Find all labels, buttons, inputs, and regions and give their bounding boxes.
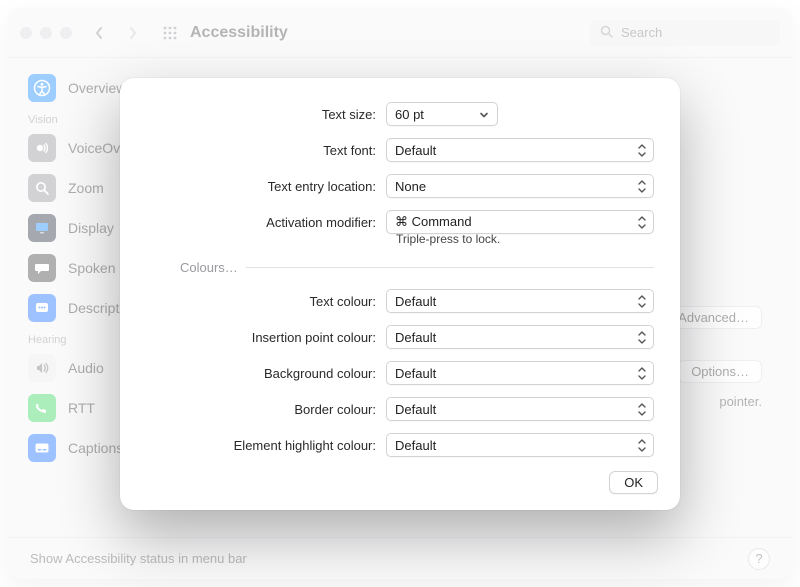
help-button[interactable]: ? [748,548,770,570]
menu-bar-status-label: Show Accessibility status in menu bar [30,551,247,566]
highlight-colour-label: Element highlight colour: [146,438,386,453]
colours-section: Colours… [180,260,654,275]
pointer-text: pointer. [719,394,762,409]
show-all-button[interactable] [156,22,184,44]
audio-icon [28,354,56,382]
entry-location-popup[interactable]: None [386,174,654,198]
minimize-window-icon[interactable] [40,27,52,39]
text-size-label: Text size: [146,107,386,122]
text-size-popup[interactable]: 60 pt [386,102,498,126]
divider [246,267,654,268]
window-title: Accessibility [190,24,288,42]
voiceover-icon [28,134,56,162]
search-input[interactable] [619,24,759,41]
footer: Show Accessibility status in menu bar ? [8,537,792,579]
sidebar-item-label: Display [68,220,114,236]
text-font-value: Default [395,143,436,158]
highlight-colour-value: Default [395,438,436,453]
sidebar-item-label: Overview [68,80,126,96]
updown-icon [637,329,649,345]
entry-location-label: Text entry location: [146,179,386,194]
text-font-label: Text font: [146,143,386,158]
insertion-colour-value: Default [395,330,436,345]
updown-icon [637,178,649,194]
activation-modifier-value: ⌘ Command [395,214,472,230]
border-colour-label: Border colour: [146,402,386,417]
updown-icon [637,142,649,158]
sidebar-item-label: RTT [68,400,95,416]
speech-bubble-icon [28,254,56,282]
hover-text-sheet: Text size: 60 pt Text font: Default [120,78,680,510]
updown-icon [637,214,649,230]
search-icon [600,25,613,41]
insertion-colour-label: Insertion point colour: [146,330,386,345]
entry-location-value: None [395,179,426,194]
updown-icon [637,437,649,453]
colours-section-title: Colours… [180,260,238,275]
forward-button[interactable] [120,22,146,44]
text-colour-value: Default [395,294,436,309]
display-icon [28,214,56,242]
traffic-lights [20,27,72,39]
back-button[interactable] [86,22,112,44]
chevron-down-icon [479,108,491,120]
border-colour-value: Default [395,402,436,417]
zoom-window-icon[interactable] [60,27,72,39]
updown-icon [637,401,649,417]
text-size-value: 60 pt [395,107,424,122]
activation-modifier-label: Activation modifier: [146,215,386,230]
text-colour-label: Text colour: [146,294,386,309]
bg-colour-value: Default [395,366,436,381]
highlight-colour-popup[interactable]: Default [386,433,654,457]
ok-button[interactable]: OK [609,471,658,494]
zoom-icon [28,174,56,202]
sidebar-item-label: Audio [68,360,104,376]
border-colour-popup[interactable]: Default [386,397,654,421]
sidebar-item-label: Captions [68,440,123,456]
descriptions-icon [28,294,56,322]
bg-colour-label: Background colour: [146,366,386,381]
updown-icon [637,365,649,381]
titlebar: Accessibility [8,8,792,58]
insertion-colour-popup[interactable]: Default [386,325,654,349]
activation-modifier-popup[interactable]: ⌘ Command [386,210,654,234]
options-button[interactable]: Options… [678,360,762,383]
activation-hint: Triple-press to lock. [396,232,654,246]
text-colour-popup[interactable]: Default [386,289,654,313]
text-font-popup[interactable]: Default [386,138,654,162]
close-window-icon[interactable] [20,27,32,39]
nav-buttons [86,22,146,44]
sidebar-item-label: Zoom [68,180,104,196]
rtt-icon [28,394,56,422]
updown-icon [637,293,649,309]
captions-icon [28,434,56,462]
accessibility-icon [28,74,56,102]
bg-colour-popup[interactable]: Default [386,361,654,385]
search-field[interactable] [590,20,780,46]
